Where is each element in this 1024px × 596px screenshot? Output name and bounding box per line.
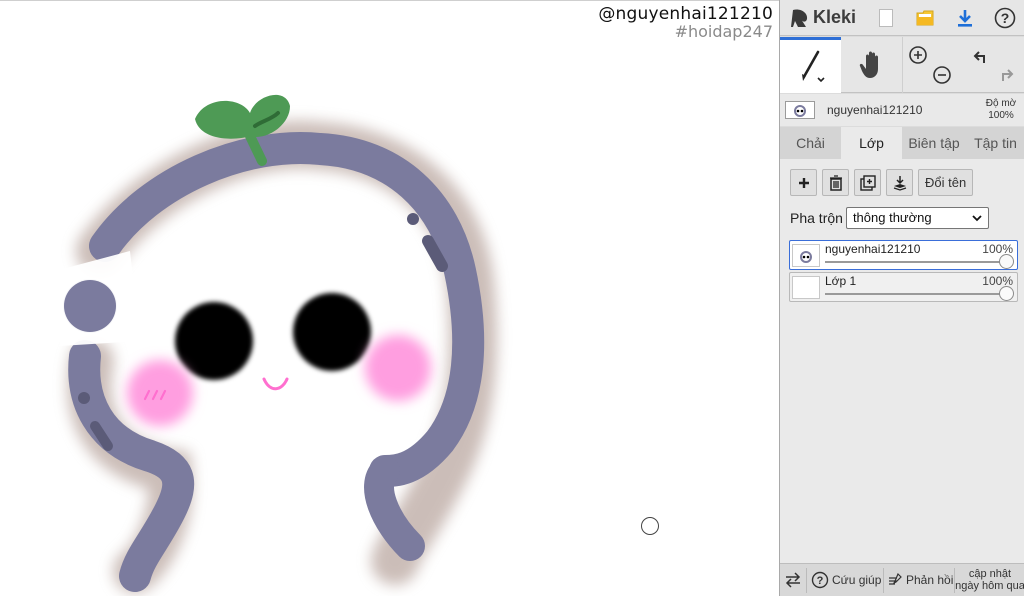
layer-name: nguyenhai121210 xyxy=(825,242,921,256)
current-layer-info: nguyenhai121210 Độ mờ 100% xyxy=(780,94,1024,126)
blend-mode-label: Pha trộn xyxy=(790,210,843,226)
chevron-down-icon xyxy=(972,215,982,222)
duplicate-layer-button[interactable] xyxy=(854,169,881,196)
layer-thumbnail-image xyxy=(800,250,812,263)
svg-text:?: ? xyxy=(817,575,824,587)
current-layer-opacity[interactable]: Độ mờ 100% xyxy=(977,98,1024,122)
delete-layer-button[interactable] xyxy=(822,169,849,196)
help-button[interactable]: ? xyxy=(985,0,1024,36)
add-layer-button[interactable] xyxy=(790,169,817,196)
layer-item[interactable]: Lớp 1 100% xyxy=(789,272,1018,302)
layer-thumbnail xyxy=(792,244,820,267)
panel-tabs: Chải Lớp Biên tập Tập tin xyxy=(780,127,1024,159)
tab-brush[interactable]: Chải xyxy=(780,127,841,159)
new-file-icon xyxy=(878,8,893,27)
help-icon: ? xyxy=(994,7,1016,28)
layer-panel: Đổi tên Pha trộn thông thường nguyenhai1… xyxy=(780,159,1024,563)
app-name: Kleki xyxy=(813,7,857,27)
layer-actions: Đổi tên xyxy=(790,169,974,196)
swap-arrows-icon xyxy=(785,572,801,588)
undo-icon[interactable] xyxy=(971,47,991,67)
top-toolbar: Kleki ? xyxy=(780,0,1024,36)
hand-tool-button[interactable] xyxy=(841,37,902,93)
zoom-out-icon[interactable] xyxy=(932,65,952,85)
download-icon xyxy=(958,9,973,27)
current-layer-name: nguyenhai121210 xyxy=(827,103,923,117)
creature-mouth xyxy=(262,377,289,391)
watermark-handle: @nguyenhai121210 xyxy=(598,4,773,24)
rename-layer-button[interactable]: Đổi tên xyxy=(918,169,974,196)
kleki-logo[interactable]: Kleki xyxy=(780,0,866,36)
tab-file[interactable]: Tập tin xyxy=(966,127,1024,159)
tool-row xyxy=(780,37,1024,93)
download-button[interactable] xyxy=(945,0,985,36)
hand-tool-icon xyxy=(859,51,878,78)
feedback-label: Phản hồi xyxy=(906,573,954,587)
layer-opacity-slider[interactable] xyxy=(825,261,1005,263)
bottom-bar: ? Cứu giúp Phản hồi cập nhật ngày hôm qu… xyxy=(780,563,1024,596)
layer-name: Lớp 1 xyxy=(825,274,857,288)
merge-down-button[interactable] xyxy=(886,169,913,196)
drawing-canvas[interactable]: @nguyenhai121210 #hoidap247 xyxy=(0,0,779,596)
blend-mode-row: Pha trộn thông thường xyxy=(790,207,989,229)
kleki-app: @nguyenhai121210 #hoidap247 Kleki ? nguy… xyxy=(0,0,1024,596)
update-line1: cập nhật xyxy=(968,568,1012,580)
layer-item[interactable]: nguyenhai121210 100% xyxy=(789,240,1018,270)
open-folder-button[interactable] xyxy=(906,0,946,36)
watermark-tag: #hoidap247 xyxy=(674,22,773,41)
help-label: Cứu giúp xyxy=(832,573,882,587)
help-link[interactable]: ? Cứu giúp xyxy=(807,564,883,596)
sidebar: Kleki ? nguyenhai121210 Độ mờ 100% Chải … xyxy=(779,0,1024,596)
help-circle-icon: ? xyxy=(811,571,829,589)
layer-opacity-slider[interactable] xyxy=(825,293,1005,295)
feedback-link[interactable]: Phản hồi xyxy=(884,564,954,596)
svg-text:?: ? xyxy=(1001,10,1010,26)
duplicate-icon xyxy=(859,174,876,191)
blend-mode-select[interactable]: thông thường xyxy=(845,207,989,229)
history-buttons xyxy=(963,37,1024,93)
layer-thumbnail xyxy=(792,276,820,299)
redo-icon[interactable] xyxy=(996,65,1016,85)
kleki-logo-icon xyxy=(791,9,808,27)
current-layer-thumbnail xyxy=(785,101,815,119)
open-folder-icon xyxy=(916,10,934,25)
brush-cursor xyxy=(641,517,659,535)
update-line2: ngày hôm qua xyxy=(955,580,1024,592)
brush-tool-icon xyxy=(801,50,825,82)
trash-icon xyxy=(829,174,842,191)
layer-thumbnail-image xyxy=(794,105,806,117)
new-file-button[interactable] xyxy=(866,0,906,36)
opacity-label: Độ mờ xyxy=(985,98,1017,109)
zoom-buttons xyxy=(902,37,963,93)
plus-icon xyxy=(798,177,809,188)
merge-down-icon xyxy=(893,175,906,191)
tab-edit[interactable]: Biên tập xyxy=(902,127,966,159)
feedback-icon xyxy=(889,573,902,585)
drawing-artwork xyxy=(55,94,497,593)
layer-opacity-knob[interactable] xyxy=(999,286,1014,301)
blend-mode-value: thông thường xyxy=(852,210,932,225)
creature-blush xyxy=(127,335,431,426)
layer-opacity-knob[interactable] xyxy=(999,254,1014,269)
creature-eyes xyxy=(175,293,371,380)
changelog-link[interactable]: cập nhật ngày hôm qua xyxy=(955,564,1024,596)
zoom-in-icon[interactable] xyxy=(908,45,928,65)
opacity-value: 100% xyxy=(988,110,1014,121)
brush-tool-button[interactable] xyxy=(780,37,841,93)
swap-side-button[interactable] xyxy=(780,564,806,596)
tab-layer[interactable]: Lớp xyxy=(841,127,902,159)
